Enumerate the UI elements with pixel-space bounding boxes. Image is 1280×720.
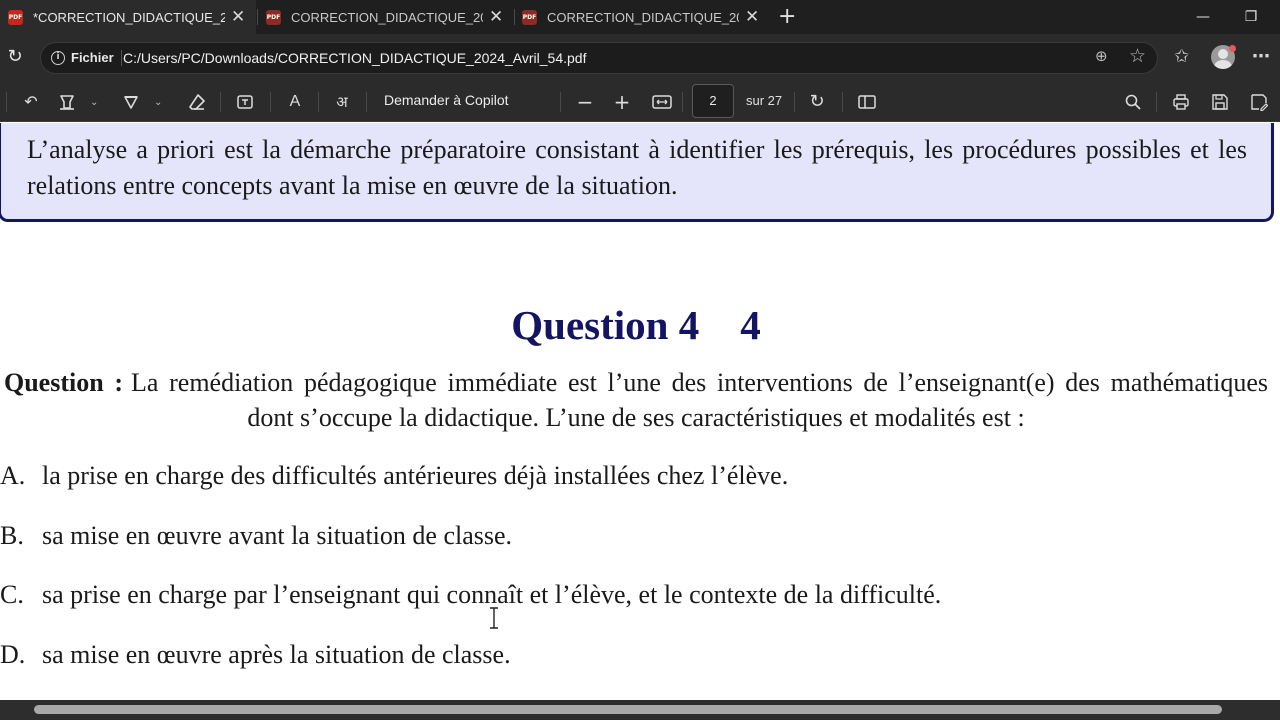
option-text: sa prise en charge par l’enseignant qui … (42, 580, 942, 609)
tab-1[interactable]: PDF *CORRECTION_DIDACTIQUE_2024_Avril_54… (0, 0, 256, 34)
add-text-icon[interactable] (234, 91, 256, 113)
refresh-icon[interactable]: ↻ (4, 46, 26, 68)
option-letter: C. (0, 580, 24, 609)
restore-icon[interactable]: ❐ (1228, 0, 1274, 34)
toolbar-divider (794, 92, 795, 112)
option-letter: D. (0, 640, 26, 669)
question-paragraph: Question : La remédiation pédagogique imm… (4, 365, 1268, 435)
pdf-toolbar: ↶ ⌄ ⌄ A अ Demander à Copilot − + 2 sur 2… (0, 82, 1280, 122)
pdf-file-icon: PDF (8, 9, 23, 25)
print-icon[interactable] (1170, 91, 1192, 113)
notification-dot (1229, 45, 1236, 52)
close-tab-icon[interactable]: ✕ (231, 8, 245, 26)
new-tab-icon[interactable]: + (778, 3, 796, 31)
undo-icon[interactable]: ↶ (20, 91, 42, 113)
tab-title: CORRECTION_DIDACTIQUE_2024_Avril_54.pdf (291, 9, 483, 25)
option-text: sa mise en œuvre avant la situation de c… (42, 521, 513, 550)
url-text[interactable]: C:/Users/PC/Downloads/CORRECTION_DIDACTI… (123, 50, 586, 66)
chevron-down-icon[interactable]: ⌄ (90, 92, 98, 114)
toolbar-divider (220, 92, 221, 112)
zoom-out-icon[interactable]: − (574, 91, 596, 113)
zoom-in-icon[interactable]: + (611, 91, 633, 113)
definition-box: L’analyse a priori est la démarche prépa… (0, 123, 1274, 222)
tab-2[interactable]: PDF CORRECTION_DIDACTIQUE_2024_Avril_54.… (258, 0, 514, 34)
more-menu-icon[interactable]: ⋯ (1252, 46, 1270, 68)
horizontal-scrollbar[interactable] (0, 700, 1280, 720)
rotate-icon[interactable]: ↻ (806, 91, 828, 113)
favorite-star-icon[interactable]: ☆ (1129, 45, 1146, 67)
highlight-icon[interactable] (56, 91, 78, 113)
close-tab-icon[interactable]: ✕ (489, 8, 503, 26)
page-view-icon[interactable] (856, 91, 878, 113)
search-icon[interactable] (1122, 91, 1144, 113)
zoom-icon[interactable]: ⊕ (1095, 47, 1108, 65)
toolbar-divider (560, 92, 561, 112)
toolbar-divider (6, 92, 7, 112)
read-aloud-icon[interactable]: A (284, 91, 306, 113)
address-divider (121, 50, 122, 66)
option-text: sa mise en œuvre après la situation de c… (42, 640, 511, 669)
translate-icon[interactable]: अ (330, 91, 354, 113)
favorites-icon[interactable]: ✩ (1174, 46, 1189, 68)
option-letter: B. (0, 521, 24, 550)
toolbar-divider (318, 92, 319, 112)
answer-option-d: D. sa mise en œuvre après la situation de… (0, 638, 511, 672)
save-icon[interactable] (1209, 91, 1231, 113)
toolbar-divider (1156, 92, 1157, 112)
tab-title: CORRECTION_DIDACTIQUE_2024_Avril_54.pdf (547, 9, 739, 25)
question-heading: Question 4 4 (511, 302, 761, 348)
draw-icon[interactable] (120, 91, 142, 113)
tab-3[interactable]: PDF CORRECTION_DIDACTIQUE_2024_Avril_54.… (514, 0, 770, 34)
address-bar-row: ↻ i Fichier C:/Users/PC/Downloads/CORREC… (0, 34, 1280, 82)
pdf-file-icon: PDF (266, 9, 281, 25)
tab-strip: PDF *CORRECTION_DIDACTIQUE_2024_Avril_54… (0, 0, 1280, 34)
scrollbar-thumb[interactable] (34, 705, 1222, 714)
toolbar-divider (842, 92, 843, 112)
question-text: La remédiation pédagogique immédiate est… (131, 368, 1268, 432)
answer-option-b: B. sa mise en œuvre avant la situation de… (0, 519, 512, 553)
tab-title: *CORRECTION_DIDACTIQUE_2024_Avril_54.pdf (33, 9, 225, 25)
question-label: Question : (4, 368, 124, 397)
toolbar-divider (366, 92, 367, 112)
save-as-icon[interactable] (1248, 91, 1270, 113)
option-text: la prise en charge des difficultés antér… (42, 461, 789, 490)
info-icon[interactable]: i (51, 51, 65, 65)
eraser-icon[interactable] (186, 91, 208, 113)
address-bar[interactable]: i Fichier C:/Users/PC/Downloads/CORRECTI… (40, 42, 1158, 74)
pdf-page: L’analyse a priori est la démarche prépa… (0, 123, 1280, 700)
fit-width-icon[interactable] (650, 91, 674, 113)
page-total-label: sur 27 (746, 93, 783, 108)
definition-text: L’analyse a priori est la démarche prépa… (27, 135, 1247, 200)
scheme-label: Fichier (71, 50, 114, 65)
pdf-file-icon: PDF (522, 9, 537, 25)
toolbar-divider (682, 92, 683, 112)
answer-option-a: A. la prise en charge des difficultés ant… (0, 459, 788, 493)
chevron-down-icon[interactable]: ⌄ (154, 92, 162, 114)
page-number-input[interactable]: 2 (692, 84, 734, 118)
close-tab-icon[interactable]: ✕ (745, 8, 759, 26)
option-letter: A. (0, 461, 26, 490)
answer-option-c: C. sa prise en charge par l’enseignant qu… (0, 578, 941, 612)
ask-copilot-button[interactable]: Demander à Copilot (384, 92, 509, 108)
toolbar-divider (270, 92, 271, 112)
text-cursor-icon (490, 607, 498, 629)
minimize-icon[interactable]: — (1180, 0, 1226, 34)
